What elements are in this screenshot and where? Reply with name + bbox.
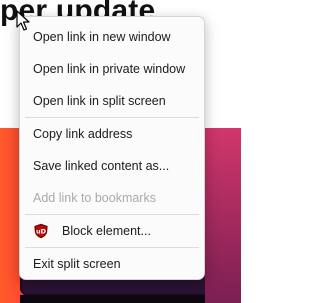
ublock-shield-icon: uD — [34, 223, 48, 239]
menu-item-save-linked-content[interactable]: Save linked content as... — [20, 150, 204, 182]
menu-item-label: Open link in split screen — [33, 94, 166, 108]
menu-item-open-link-new-window[interactable]: Open link in new window — [20, 21, 204, 53]
menu-item-label: Add link to bookmarks — [33, 191, 156, 205]
menu-item-label: Copy link address — [33, 127, 133, 141]
menu-item-label: Save linked content as... — [33, 159, 170, 173]
menu-item-add-link-to-bookmarks: Add link to bookmarks — [20, 182, 204, 214]
menu-item-label: Open link in new window — [33, 30, 171, 44]
menu-item-exit-split-screen[interactable]: Exit split screen — [20, 248, 204, 280]
svg-text:uD: uD — [36, 228, 47, 236]
menu-item-open-link-private-window[interactable]: Open link in private window — [20, 53, 204, 85]
menu-item-label: Exit split screen — [33, 257, 121, 271]
menu-item-open-link-split-screen[interactable]: Open link in split screen — [20, 85, 204, 117]
context-menu: Open link in new window Open link in pri… — [19, 16, 205, 280]
menu-item-block-element[interactable]: uD Block element... — [20, 215, 204, 247]
menu-item-label: Open link in private window — [33, 62, 186, 76]
banner-bottom-bar — [20, 295, 205, 303]
menu-item-label: Block element... — [62, 224, 151, 238]
menu-item-copy-link-address[interactable]: Copy link address — [20, 118, 204, 150]
mouse-cursor-icon — [16, 10, 30, 31]
banner-side-strip — [205, 128, 241, 303]
